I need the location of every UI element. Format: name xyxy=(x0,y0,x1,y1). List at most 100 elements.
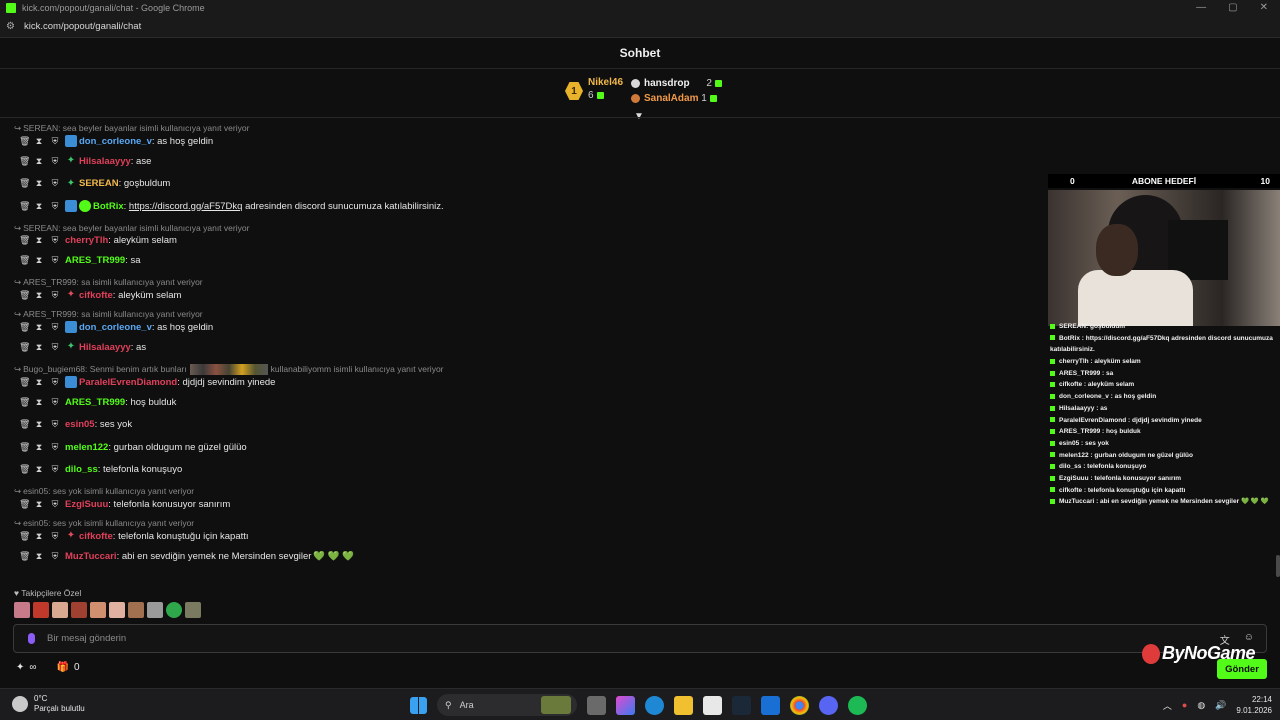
username[interactable]: cifkofte xyxy=(79,290,113,301)
timeout-icon[interactable]: ⧗ xyxy=(35,255,43,266)
reply-context[interactable]: ↪ Bugo_bugiem68: Senmi benim artık bunlar… xyxy=(0,363,1040,376)
close-icon[interactable]: ✕ xyxy=(1260,0,1268,16)
timeout-icon[interactable]: ⧗ xyxy=(35,178,43,189)
chat-message[interactable]: 🗑 ⧗ ⛨ BotRix: https://discord.gg/aF57Dkq ad… xyxy=(0,199,1040,213)
reply-context[interactable]: ↪ esin05: ses yok isimli kullanıcıya yanı… xyxy=(0,485,1040,497)
ban-icon[interactable]: ⛨ xyxy=(51,201,59,212)
timeout-icon[interactable]: ⧗ xyxy=(35,397,43,408)
clock[interactable]: 22:14 9.01.2026 xyxy=(1236,694,1272,716)
emote-icon[interactable] xyxy=(109,602,125,618)
delete-icon[interactable]: 🗑 xyxy=(19,322,30,333)
username[interactable]: ARES_TR999 xyxy=(65,255,125,266)
url-bar[interactable]: ⚙ kick.com/popout/ganali/chat xyxy=(0,16,1280,38)
username[interactable]: esin05 xyxy=(65,419,95,430)
steam-icon[interactable] xyxy=(732,695,751,715)
maximize-icon[interactable]: ▢ xyxy=(1228,0,1237,16)
delete-icon[interactable]: 🗑 xyxy=(19,397,30,408)
network-icon[interactable]: ◍ xyxy=(1197,700,1205,711)
username[interactable]: dilo_ss xyxy=(65,464,98,475)
timeout-icon[interactable]: ⧗ xyxy=(35,235,43,246)
timeout-icon[interactable]: ⧗ xyxy=(35,201,43,212)
ban-icon[interactable]: ⛨ xyxy=(51,531,59,542)
store-icon[interactable] xyxy=(703,695,722,715)
chat-message[interactable]: 🗑 ⧗ ⛨ esin05: ses yok xyxy=(0,418,1040,432)
emote-icon[interactable] xyxy=(33,602,49,618)
chat-message[interactable]: 🗑 ⧗ ⛨ ARES_TR999: sa xyxy=(0,254,1040,268)
reply-context[interactable]: ↪ SEREAN: sea beyler bayanlar isimli kull… xyxy=(0,122,1040,134)
chat-message[interactable]: 🗑 ⧗ ⛨ ARES_TR999: hoş bulduk xyxy=(0,395,1040,409)
emote-icon[interactable] xyxy=(128,602,144,618)
delete-icon[interactable]: 🗑 xyxy=(19,377,30,388)
username[interactable]: Hilsalaayyy xyxy=(79,156,131,167)
delete-icon[interactable]: 🗑 xyxy=(19,136,30,147)
ban-icon[interactable]: ⛨ xyxy=(51,499,59,510)
ban-icon[interactable]: ⛨ xyxy=(51,377,59,388)
chat-message[interactable]: ↪ Bugo_bugiem68: Senmi benim artık bunlar… xyxy=(0,363,1040,389)
discord-icon[interactable] xyxy=(819,695,838,715)
ban-icon[interactable]: ⛨ xyxy=(51,255,59,266)
username[interactable]: don_corleone_v xyxy=(79,322,152,333)
minimize-icon[interactable]: — xyxy=(1196,0,1206,16)
delete-icon[interactable]: 🗑 xyxy=(19,551,30,562)
delete-icon[interactable]: 🗑 xyxy=(19,201,30,212)
ban-icon[interactable]: ⛨ xyxy=(51,419,59,430)
leaderboard-third[interactable]: SanalAdam 1 xyxy=(631,91,722,106)
username[interactable]: ARES_TR999 xyxy=(65,397,125,408)
tray-expand-icon[interactable]: ︿ xyxy=(1163,699,1172,712)
timeout-icon[interactable]: ⧗ xyxy=(35,464,43,475)
ban-icon[interactable]: ⛨ xyxy=(51,156,59,167)
reply-context[interactable]: ↪ ARES_TR999: sa isimli kullanıcıya yanıt… xyxy=(0,276,1040,288)
delete-icon[interactable]: 🗑 xyxy=(19,178,30,189)
chrome-icon[interactable] xyxy=(790,695,809,715)
username[interactable]: cherryTlh xyxy=(65,235,108,246)
username[interactable]: Hilsalaayyy xyxy=(79,342,131,353)
username[interactable]: EzgiSuuu xyxy=(65,499,108,510)
timeout-icon[interactable]: ⧗ xyxy=(35,156,43,167)
leaderboard-first[interactable]: 1 Nikel46 6 xyxy=(565,76,623,102)
edge-icon[interactable] xyxy=(645,695,664,715)
chat-message[interactable]: ↪ ARES_TR999: sa isimli kullanıcıya yanıt… xyxy=(0,276,1040,302)
url-text[interactable]: kick.com/popout/ganali/chat xyxy=(24,21,141,32)
chat-message[interactable]: 🗑 ⧗ ⛨ dilo_ss: telefonla konuşuyo xyxy=(0,463,1040,477)
timeout-icon[interactable]: ⧗ xyxy=(35,322,43,333)
message-input-box[interactable]: 文 ☺ xyxy=(13,624,1267,653)
delete-icon[interactable]: 🗑 xyxy=(19,235,30,246)
chat-message[interactable]: ↪ SEREAN: sea beyler bayanlar isimli kull… xyxy=(0,122,1040,148)
chat-message[interactable]: 🗑 ⧗ ⛨ MuzTuccari: abi en sevdiğin yemek ne … xyxy=(0,549,1040,563)
delete-icon[interactable]: 🗑 xyxy=(19,342,30,353)
emote-icon[interactable] xyxy=(147,602,163,618)
reply-context[interactable]: ↪ esin05: ses yok isimli kullanıcıya yanı… xyxy=(0,517,1040,529)
delete-icon[interactable]: 🗑 xyxy=(19,255,30,266)
timeout-icon[interactable]: ⧗ xyxy=(35,136,43,147)
chat-message[interactable]: 🗑 ⧗ ⛨ melen122: gurban oldugum ne güzel gül… xyxy=(0,440,1040,454)
delete-icon[interactable]: 🗑 xyxy=(19,531,30,542)
ban-icon[interactable]: ⛨ xyxy=(51,464,59,475)
ban-icon[interactable]: ⛨ xyxy=(51,397,59,408)
delete-icon[interactable]: 🗑 xyxy=(19,156,30,167)
emote-icon[interactable] xyxy=(166,602,182,618)
username[interactable]: ParalelEvrenDiamond xyxy=(79,377,177,388)
chat-message[interactable]: ↪ esin05: ses yok isimli kullanıcıya yanı… xyxy=(0,517,1040,543)
emote-icon[interactable] xyxy=(14,602,30,618)
chat-message[interactable]: ↪ SEREAN: sea beyler bayanlar isimli kull… xyxy=(0,222,1040,248)
taskbar-search[interactable]: ⚲ Ara xyxy=(437,694,577,716)
emote-icon[interactable] xyxy=(90,602,106,618)
username[interactable]: SEREAN xyxy=(79,178,119,189)
start-icon[interactable] xyxy=(410,696,427,714)
username[interactable]: cifkofte xyxy=(79,531,113,542)
spotify-icon[interactable] xyxy=(848,695,867,715)
chat-message[interactable]: 🗑 ⧗ ⛨ ✦ Hilsalaayyy: ase xyxy=(0,154,1040,168)
ban-icon[interactable]: ⛨ xyxy=(51,322,59,333)
volume-icon[interactable]: 🔊 xyxy=(1215,700,1226,711)
delete-icon[interactable]: 🗑 xyxy=(19,290,30,301)
ban-icon[interactable]: ⛨ xyxy=(51,551,59,562)
username[interactable]: MuzTuccari xyxy=(65,551,117,562)
timeout-icon[interactable]: ⧗ xyxy=(35,442,43,453)
mail-icon[interactable] xyxy=(761,695,780,715)
delete-icon[interactable]: 🗑 xyxy=(19,442,30,453)
timeout-icon[interactable]: ⧗ xyxy=(35,531,43,542)
username[interactable]: don_corleone_v xyxy=(79,136,152,147)
ban-icon[interactable]: ⛨ xyxy=(51,290,59,301)
emote-icon[interactable] xyxy=(52,602,68,618)
gifts-display[interactable]: 🎁 0 xyxy=(57,662,80,673)
